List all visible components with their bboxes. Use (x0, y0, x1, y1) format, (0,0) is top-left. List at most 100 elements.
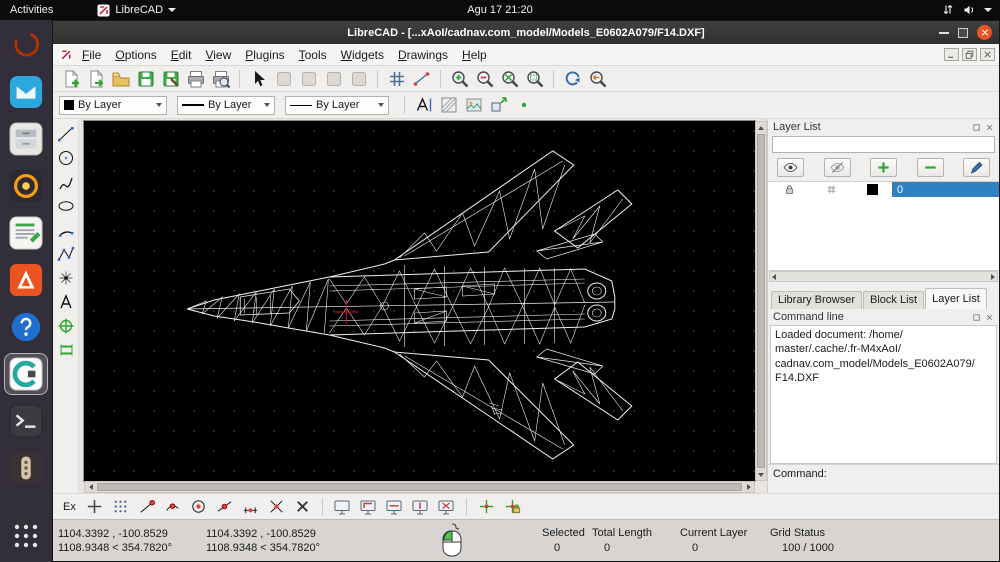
toggle-all-layers-button[interactable] (777, 158, 804, 177)
tab-library-browser[interactable]: Library Browser (771, 291, 862, 309)
zoom-previous-button[interactable] (586, 68, 609, 90)
pen-color-select[interactable]: By Layer (59, 96, 167, 115)
dock-item-files[interactable] (5, 119, 47, 159)
point-button[interactable] (512, 94, 535, 116)
dock-item-software[interactable] (5, 260, 47, 300)
layer-filter-input[interactable] (772, 136, 995, 153)
dock-item-firefox[interactable] (5, 25, 47, 65)
tab-block-list[interactable]: Block List (863, 291, 924, 309)
zoom-auto-button[interactable] (498, 68, 521, 90)
select-pointer-button[interactable] (247, 68, 270, 90)
layer-list-header[interactable]: Layer List (768, 119, 999, 135)
restrict-orthogonal-button[interactable] (357, 496, 380, 518)
clock[interactable]: Agu 17 21:20 (467, 4, 532, 16)
remove-layer-button[interactable] (917, 158, 944, 177)
snap-free-button[interactable] (83, 496, 106, 518)
dock-item-writer[interactable] (5, 213, 47, 253)
menu-tools[interactable]: Tools (292, 46, 334, 64)
menu-file[interactable]: File (75, 46, 108, 64)
edit-layer-button[interactable] (963, 158, 990, 177)
no-snap-button[interactable] (291, 496, 314, 518)
drawing-canvas[interactable] (84, 121, 755, 481)
ellipse-tool-button[interactable] (55, 195, 77, 217)
print-button[interactable] (184, 68, 207, 90)
scroll-up-button[interactable] (756, 122, 766, 133)
save-as-button[interactable] (159, 68, 182, 90)
scroll-right-button[interactable] (991, 274, 995, 280)
float-widget-icon[interactable] (972, 313, 981, 322)
open-folder-button[interactable] (109, 68, 132, 90)
command-line-header[interactable]: Command line (768, 309, 999, 325)
menu-options[interactable]: Options (108, 46, 163, 64)
scroll-left-button[interactable] (772, 274, 776, 280)
titlebar[interactable]: LibreCAD - [...xAoI/cadnav.com_model/Mod… (53, 21, 999, 44)
snap-distance-button[interactable] (239, 496, 262, 518)
spline-tool-button[interactable] (55, 171, 77, 193)
print-preview-button[interactable] (209, 68, 232, 90)
menu-drawings[interactable]: Drawings (391, 46, 455, 64)
redraw-button[interactable] (561, 68, 584, 90)
layer-lock-icon[interactable] (768, 183, 810, 196)
menu-help[interactable]: Help (455, 46, 494, 64)
layer-construction-icon[interactable] (810, 183, 852, 196)
set-relative-zero-button[interactable] (475, 496, 498, 518)
snap-middle-button[interactable] (213, 496, 236, 518)
close-widget-icon[interactable] (985, 313, 994, 322)
menu-widgets[interactable]: Widgets (334, 46, 391, 64)
scroll-right-button[interactable] (743, 482, 754, 492)
layer-list-scrollbar[interactable] (769, 271, 998, 282)
menu-view[interactable]: View (198, 46, 238, 64)
dock-item-librecad[interactable] (5, 354, 47, 394)
hatch-button[interactable] (437, 94, 460, 116)
text-style-button[interactable] (412, 94, 435, 116)
layer-row[interactable]: 0 (768, 182, 999, 197)
app-menu[interactable]: LibreCAD (97, 4, 176, 17)
dock-item-extra[interactable] (5, 448, 47, 488)
scroll-left-button[interactable] (85, 482, 96, 492)
zoom-out-button[interactable] (473, 68, 496, 90)
snap-grid-tool-button[interactable] (55, 315, 77, 337)
close-widget-icon[interactable] (985, 123, 994, 132)
disabled-tool-1[interactable] (272, 68, 295, 90)
float-widget-icon[interactable] (972, 123, 981, 132)
horizontal-scrollbar[interactable] (84, 481, 755, 493)
circle-tool-button[interactable] (55, 147, 77, 169)
grid-toggle-button[interactable] (385, 68, 408, 90)
scroll-down-button[interactable] (756, 469, 766, 480)
polyline-tool-button[interactable] (55, 243, 77, 265)
maximize-button[interactable] (958, 28, 968, 38)
tab-layer-list[interactable]: Layer List (925, 288, 987, 309)
dock-item-rhythmbox[interactable] (5, 166, 47, 206)
activities-button[interactable]: Activities (10, 4, 53, 16)
text-tool-button[interactable] (55, 291, 77, 313)
dock-item-help[interactable] (5, 307, 47, 347)
save-button[interactable] (134, 68, 157, 90)
layer-color-swatch[interactable] (852, 184, 892, 195)
system-tray[interactable] (942, 4, 992, 16)
point-tool-button[interactable] (55, 267, 77, 289)
mdi-close-button[interactable] (980, 48, 995, 61)
new-document-button[interactable] (59, 68, 82, 90)
vertical-scrollbar[interactable] (755, 121, 767, 481)
disabled-tool-2[interactable] (297, 68, 320, 90)
snap-exclusive-label[interactable]: Ex (63, 501, 76, 513)
disabled-tool-3[interactable] (322, 68, 345, 90)
pen-linetype-select[interactable]: By Layer (285, 96, 389, 115)
toggle-layer-visibility-button[interactable] (824, 158, 851, 177)
menu-edit[interactable]: Edit (164, 46, 199, 64)
command-input[interactable] (832, 468, 994, 480)
lock-relative-zero-button[interactable] (501, 496, 524, 518)
measure-tool-button[interactable] (55, 339, 77, 361)
arc-tool-button[interactable] (55, 219, 77, 241)
open-document-button[interactable] (84, 68, 107, 90)
snap-intersection-button[interactable] (265, 496, 288, 518)
snap-endpoint-button[interactable] (135, 496, 158, 518)
disabled-tool-4[interactable] (347, 68, 370, 90)
mdi-minimize-button[interactable] (944, 48, 959, 61)
restrict-vertical-button[interactable] (409, 496, 432, 518)
zoom-window-button[interactable] (523, 68, 546, 90)
restrict-horizontal-button[interactable] (383, 496, 406, 518)
line-tool-button[interactable] (55, 123, 77, 145)
dock-item-show-applications[interactable] (5, 516, 47, 556)
minimize-button[interactable] (939, 32, 949, 34)
